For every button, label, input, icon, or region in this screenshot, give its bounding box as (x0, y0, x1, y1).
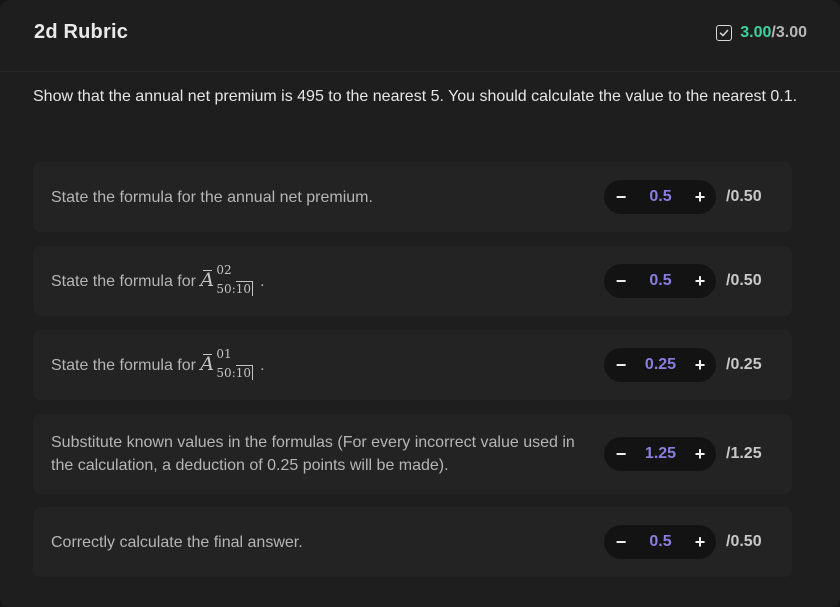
criterion-row: State the formula for the annual net pre… (33, 162, 792, 232)
total-score: 3.00/3.00 (716, 24, 807, 42)
criterion-text: State the formula for the annual net pre… (51, 188, 373, 206)
annuity-symbol: A 01 50:10 (200, 347, 254, 380)
score-value[interactable]: 1.25 (628, 445, 693, 463)
criterion-text: State the formula for A 02 50:10. (51, 263, 265, 296)
score-controls: − 1.25 + /1.25 (604, 437, 774, 471)
increment-button[interactable]: + (693, 272, 707, 290)
score-total: /3.00 (771, 23, 807, 41)
max-points: /1.25 (726, 445, 762, 462)
score-value[interactable]: 0.5 (628, 188, 693, 206)
score-stepper[interactable]: − 1.25 + (604, 437, 716, 471)
increment-button[interactable]: + (693, 445, 707, 463)
score-controls: − 0.25 + /0.25 (604, 348, 774, 382)
criterion-text: Correctly calculate the final answer. (51, 533, 303, 551)
score-value[interactable]: 0.5 (628, 272, 693, 290)
criterion-row: Correctly calculate the final answer. − … (33, 507, 792, 577)
score-stepper[interactable]: − 0.5 + (604, 180, 716, 214)
criterion-text: Substitute known values in the formulas … (51, 434, 575, 474)
score-value[interactable]: 0.5 (628, 533, 693, 551)
question-prompt: Show that the annual net premium is 495 … (33, 88, 798, 105)
score-controls: − 0.5 + /0.50 (604, 180, 774, 214)
rubric-title: 2d Rubric (34, 21, 129, 43)
max-points: /0.50 (726, 272, 762, 289)
decrement-button[interactable]: − (614, 533, 628, 551)
score-stepper[interactable]: − 0.25 + (604, 348, 716, 382)
decrement-button[interactable]: − (614, 356, 628, 374)
criterion-row: Substitute known values in the formulas … (33, 414, 792, 494)
rubric-header: 2d Rubric 3.00/3.00 (0, 0, 840, 72)
score-stepper[interactable]: − 0.5 + (604, 264, 716, 298)
criterion-row: State the formula for A 02 50:10. − 0.5 + … (33, 246, 792, 316)
annuity-symbol: A 02 50:10 (200, 263, 254, 296)
increment-button[interactable]: + (693, 533, 707, 551)
checkbox-check-icon (716, 24, 733, 41)
max-points: /0.25 (726, 356, 762, 373)
criterion-text: State the formula for A 01 50:10. (51, 347, 265, 380)
decrement-button[interactable]: − (614, 188, 628, 206)
max-points: /0.50 (726, 533, 762, 550)
score-controls: − 0.5 + /0.50 (604, 264, 774, 298)
score-value[interactable]: 0.25 (628, 356, 693, 374)
score-controls: − 0.5 + /0.50 (604, 525, 774, 559)
increment-button[interactable]: + (693, 356, 707, 374)
decrement-button[interactable]: − (614, 272, 628, 290)
rubric-panel: 2d Rubric 3.00/3.00 Show that the annual… (0, 0, 840, 607)
criterion-row: State the formula for A 01 50:10. − 0.25 +… (33, 330, 792, 400)
max-points: /0.50 (726, 188, 762, 205)
score-stepper[interactable]: − 0.5 + (604, 525, 716, 559)
increment-button[interactable]: + (693, 188, 707, 206)
score-earned: 3.00 (740, 23, 772, 41)
decrement-button[interactable]: − (614, 445, 628, 463)
